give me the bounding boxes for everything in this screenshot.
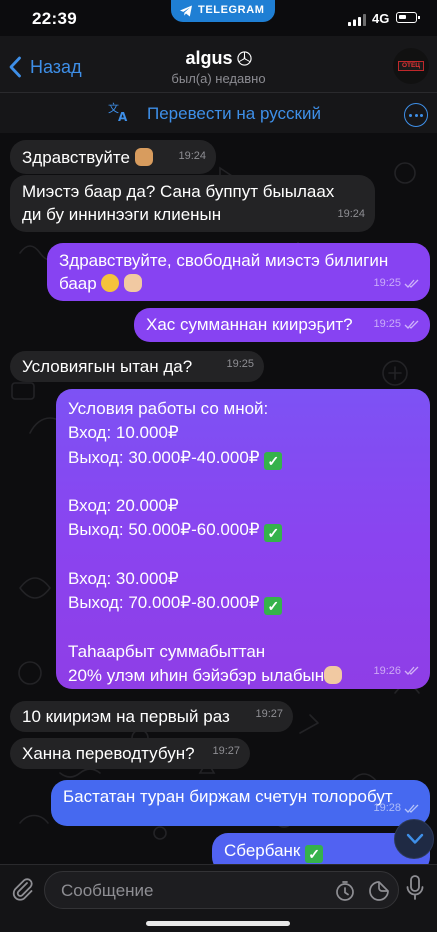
message-text: Условиягын ытан да? — [22, 357, 193, 376]
message-time: 19:25 — [373, 318, 401, 330]
telegram-return-pill[interactable]: TELEGRAM — [171, 0, 275, 22]
more-dot — [420, 113, 423, 117]
message-line: Выход: 70.000₽-80.000₽ ✓ — [68, 591, 418, 616]
message-line: Таһаарбыт суммабыттан — [68, 641, 266, 661]
read-checkmarks-icon — [404, 666, 419, 676]
message-bubble[interactable]: Ханна переводтубун? 19:27 — [10, 738, 250, 769]
message-line: Вход: 30.000₽ — [68, 569, 179, 589]
paperclip-icon[interactable] — [10, 876, 36, 902]
message-time: 19:24 — [178, 150, 206, 162]
check-emoji-icon: ✓ — [264, 597, 283, 616]
message-line: 20% улэм иһин бэйэбэр ылабын — [68, 664, 418, 688]
message-line: Вход: 20.000₽ — [68, 496, 179, 516]
message-line-text: 20% улэм иһин бэйэбэр ылабын — [68, 666, 325, 686]
ok-hand-emoji-icon — [124, 274, 143, 292]
check-emoji-icon: ✓ — [264, 524, 283, 543]
message-bubble[interactable]: 10 киириэм на первый раз 19:27 — [10, 701, 293, 732]
message-line: Выход: 30.000₽-40.000₽ ✓ — [68, 446, 418, 470]
status-bar: 22:39 TELEGRAM 4G — [0, 0, 437, 36]
chat-title[interactable]: algus — [0, 48, 437, 69]
more-dot — [409, 113, 412, 117]
message-bubble[interactable]: Условия работы со мной: Вход: 10.000₽ Вы… — [56, 389, 430, 689]
mercedes-logo-icon — [236, 51, 252, 66]
message-text: Миэстэ баар да? Сана буппут быылаах ди б… — [22, 182, 335, 224]
message-text: Здравствуйте — [22, 148, 130, 167]
message-meta: 19:25 — [373, 272, 420, 295]
message-line — [68, 543, 418, 567]
message-bubble[interactable]: Условиягын ытан да? 19:25 — [10, 351, 264, 382]
message-bubble[interactable]: Хас сумманнан киирэҕит? 19:25 — [134, 308, 430, 342]
message-bubble[interactable]: Миэстэ баар да? Сана буппут быылаах ди б… — [10, 175, 375, 232]
message-time: 19:25 — [226, 358, 254, 370]
translate-icon: 文 A — [108, 101, 128, 123]
message-time: 19:25 — [373, 277, 401, 289]
message-text: Хас сумманнан киирэҕит? — [146, 315, 353, 334]
message-time: 19:26 — [373, 664, 401, 677]
chat-last-seen: был(а) недавно — [171, 71, 266, 86]
message-text: Бастатан туран биржам счетун толоробут — [63, 787, 393, 806]
more-dot — [414, 113, 418, 117]
avatar-badge-text: ОТЕЦ — [398, 61, 424, 71]
message-bubble[interactable]: Здравствуйте, свободнай миэстэ билигин б… — [47, 243, 430, 301]
message-line — [68, 470, 418, 494]
message-text: Ханна переводтубун? — [22, 744, 195, 763]
message-time: 19:27 — [255, 708, 283, 720]
network-type: 4G — [372, 11, 390, 26]
read-checkmarks-icon — [404, 804, 419, 813]
chat-title-text: algus — [185, 48, 233, 68]
chat-header: Назад algus был(а) недавно ОТЕЦ — [0, 36, 437, 93]
signal-icon — [348, 14, 366, 26]
message-time: 19:27 — [212, 745, 240, 757]
chevron-down-icon — [406, 833, 424, 844]
message-meta: 19:26 — [373, 659, 420, 683]
telegram-plane-icon — [180, 5, 192, 17]
message-bubble[interactable]: Бастатан туран биржам счетун толоробут 1… — [51, 780, 430, 826]
timer-icon[interactable] — [333, 879, 357, 903]
message-line-text: Выход: 70.000₽-80.000₽ — [68, 593, 260, 613]
read-checkmarks-icon — [404, 279, 419, 288]
scroll-to-bottom-button[interactable] — [394, 819, 434, 859]
message-input-field[interactable] — [44, 871, 399, 909]
message-bubble[interactable]: Здравствуйте 19:24 — [10, 140, 216, 174]
check-emoji-icon: ✓ — [305, 845, 324, 863]
message-input[interactable] — [59, 880, 323, 902]
message-meta: 19:28 — [373, 797, 420, 820]
smile-emoji-icon — [101, 274, 120, 292]
translate-bar[interactable]: 文 A Перевести на русский — [0, 93, 437, 133]
status-time: 22:39 — [32, 9, 77, 28]
telegram-pill-label: TELEGRAM — [198, 4, 265, 16]
message-text: Сбербанк — [224, 841, 301, 860]
svg-text:A: A — [118, 110, 128, 123]
message-list[interactable]: Здравствуйте 19:24 Миэстэ баар да? Сана … — [0, 133, 437, 864]
translate-label: Перевести на русский — [147, 104, 321, 123]
avatar[interactable]: ОТЕЦ — [393, 48, 429, 84]
message-line: Выход: 50.000₽-60.000₽ ✓ — [68, 518, 418, 543]
message-line-text: Выход: 30.000₽-40.000₽ — [68, 447, 260, 467]
sticker-icon[interactable] — [367, 879, 391, 903]
read-checkmarks-icon — [404, 320, 419, 329]
message-line: Вход: 10.000₽ — [68, 423, 179, 443]
message-line: Условия работы со мной: — [68, 399, 269, 418]
message-time: 19:28 — [373, 802, 401, 814]
microphone-icon[interactable] — [405, 874, 425, 902]
check-emoji-icon: ✓ — [264, 451, 283, 470]
ok-hand-emoji-icon — [324, 666, 343, 685]
fist-emoji-icon — [134, 148, 153, 166]
message-line — [68, 616, 418, 640]
more-options-button[interactable] — [404, 103, 428, 127]
message-line-text: Выход: 50.000₽-60.000₽ — [68, 520, 260, 540]
message-text: 10 киириэм на первый раз — [22, 707, 230, 726]
composer-bar — [0, 864, 437, 932]
home-indicator — [146, 921, 290, 926]
message-meta: 19:25 — [373, 313, 420, 336]
battery-icon — [396, 12, 420, 23]
message-time: 19:24 — [337, 208, 365, 220]
